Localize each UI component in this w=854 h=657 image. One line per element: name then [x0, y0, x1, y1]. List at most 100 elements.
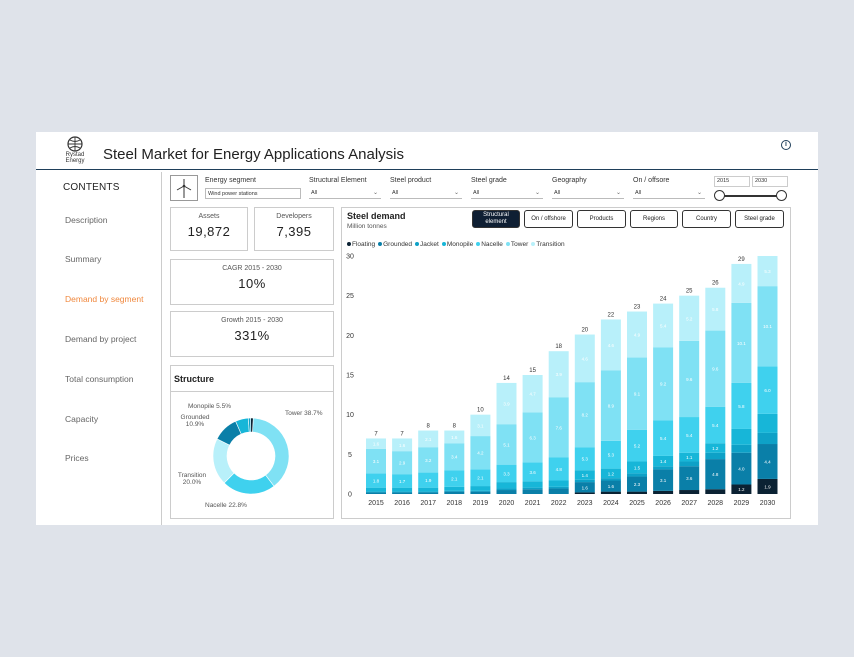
- bar-total-label: 8: [453, 424, 457, 430]
- year-to-input[interactable]: 2030: [752, 176, 788, 187]
- legend-dot: [347, 242, 351, 247]
- bar-data-label: 3.1: [660, 478, 667, 483]
- legend-dot: [378, 242, 383, 247]
- kpi-value: 10%: [238, 276, 266, 291]
- year-slider-start-handle[interactable]: [714, 190, 725, 201]
- structural-element-select[interactable]: All ⌄: [309, 188, 381, 199]
- donut-label-transition: Transition 20.0%: [174, 472, 210, 486]
- kpi-value: 331%: [234, 328, 270, 343]
- sidebar-item-prices[interactable]: Prices: [65, 453, 89, 463]
- donut-slice-tower[interactable]: [252, 417, 290, 487]
- bar-total-label: 14: [503, 376, 510, 382]
- bar-segment-monopile[interactable]: [366, 487, 386, 492]
- bar-segment-jacket[interactable]: [679, 461, 700, 467]
- sidebar-item-total-consumption[interactable]: Total consumption: [65, 374, 134, 384]
- bar-segment-grounded[interactable]: [522, 489, 543, 494]
- bar-segment-jacket[interactable]: [444, 490, 465, 492]
- bar-segment-floating[interactable]: [574, 492, 595, 494]
- bar-segment-grounded[interactable]: [392, 492, 413, 494]
- y-tick-label: 10: [346, 412, 354, 419]
- bar-segment-floating[interactable]: [653, 490, 674, 494]
- year-slider-track[interactable]: [720, 195, 782, 197]
- bar-segment-grounded[interactable]: [496, 490, 517, 494]
- bar-total-label: 23: [634, 305, 641, 311]
- donut-label-grounded-text: Grounded 10.9%: [180, 414, 210, 428]
- bar-segment-jacket[interactable]: [653, 466, 674, 470]
- kpi-value: 19,872: [187, 224, 231, 239]
- bar-segment-floating[interactable]: [627, 491, 647, 494]
- bar-segment-monopile[interactable]: [496, 482, 517, 489]
- tab-country[interactable]: Country: [682, 210, 731, 228]
- tab-steel-grade[interactable]: Steel grade: [735, 210, 784, 228]
- page-title: Steel Market for Energy Applications Ana…: [103, 146, 404, 163]
- bar-segment-grounded[interactable]: [470, 491, 491, 494]
- bar-segment-jacket[interactable]: [496, 488, 517, 491]
- tab-products[interactable]: Products: [577, 210, 626, 228]
- year-from-input[interactable]: 2015: [714, 176, 750, 187]
- sidebar-item-demand-by-project[interactable]: Demand by project: [65, 334, 136, 344]
- y-tick-label: 15: [346, 373, 354, 380]
- bar-segment-floating[interactable]: [679, 490, 700, 494]
- bar-segment-monopile[interactable]: [470, 486, 491, 491]
- donut-slice-nacelle[interactable]: [223, 472, 275, 495]
- bar-segment-jacket[interactable]: [548, 486, 569, 489]
- bar-segment-grounded[interactable]: [366, 492, 386, 494]
- bar-segment-jacket[interactable]: [757, 432, 778, 445]
- geography-select[interactable]: All ⌄: [552, 188, 624, 199]
- year-slider-end-handle[interactable]: [776, 190, 787, 201]
- filter-energy-segment: Energy segment Wind power stations: [205, 177, 301, 199]
- bar-segment-jacket[interactable]: [627, 473, 647, 477]
- bar-segment-jacket[interactable]: [731, 444, 752, 453]
- bar-segment-jacket[interactable]: [574, 479, 595, 483]
- sidebar-item-description[interactable]: Description: [65, 215, 108, 225]
- bar-segment-jacket[interactable]: [705, 452, 726, 460]
- x-tick-label: 2021: [525, 500, 541, 507]
- steel-grade-select[interactable]: All ⌄: [471, 188, 543, 199]
- bar-segment-monopile[interactable]: [522, 481, 543, 488]
- tab-structural-element[interactable]: Structural element: [472, 210, 520, 228]
- bar-segment-monopile[interactable]: [757, 413, 778, 433]
- sidebar-item-demand-by-segment[interactable]: Demand by segment: [65, 294, 143, 304]
- filter-value: All: [311, 190, 318, 196]
- bar-segment-monopile[interactable]: [548, 480, 569, 487]
- bar-total-label: 10: [477, 408, 484, 414]
- bar-data-label: 1.6: [608, 484, 615, 489]
- bar-segment-jacket[interactable]: [600, 478, 621, 481]
- energy-segment-input[interactable]: Wind power stations: [205, 188, 301, 199]
- filter-label: Energy segment: [205, 177, 256, 184]
- bar-segment-grounded[interactable]: [444, 491, 465, 494]
- filter-label: Structural Element: [309, 177, 367, 184]
- bar-segment-jacket[interactable]: [522, 487, 543, 490]
- bar-segment-grounded[interactable]: [418, 492, 439, 494]
- legend-label: Floating: [352, 241, 376, 248]
- bar-segment-monopile[interactable]: [418, 487, 439, 492]
- bar-data-label: 3.1: [373, 459, 380, 464]
- bar-segment-floating[interactable]: [600, 491, 621, 494]
- bar-segment-monopile[interactable]: [392, 487, 413, 492]
- bar-data-label: 3.1: [477, 423, 484, 428]
- x-tick-label: 2024: [603, 500, 619, 507]
- sidebar-item-summary[interactable]: Summary: [65, 254, 101, 264]
- steel-product-select[interactable]: All ⌄: [390, 188, 462, 199]
- donut-slice-transition[interactable]: [212, 438, 235, 484]
- bar-segment-grounded[interactable]: [548, 488, 569, 494]
- bar-data-label: 1.6: [399, 443, 406, 448]
- on-offsore-select[interactable]: All ⌄: [633, 188, 705, 199]
- legend-item-jacket: Jacket: [412, 241, 439, 248]
- info-icon[interactable]: i: [781, 140, 791, 150]
- bar-segment-floating[interactable]: [705, 489, 726, 494]
- bar-segment-monopile[interactable]: [444, 486, 465, 491]
- bar-segment-jacket[interactable]: [470, 490, 491, 492]
- wind-turbine-icon: [170, 175, 198, 201]
- kpi-growth: Growth 2015 - 2030 331%: [170, 311, 334, 357]
- tab-regions[interactable]: Regions: [630, 210, 678, 228]
- filter-value: All: [554, 190, 561, 196]
- bar-segment-jacket[interactable]: [418, 491, 439, 493]
- sidebar: CONTENTS Description Summary Demand by s…: [36, 172, 162, 525]
- bar-segment-jacket[interactable]: [366, 491, 386, 493]
- sidebar-item-capacity[interactable]: Capacity: [65, 414, 98, 424]
- y-tick-label: 30: [346, 254, 354, 261]
- bar-segment-monopile[interactable]: [731, 428, 752, 445]
- bar-segment-jacket[interactable]: [392, 491, 413, 493]
- tab-on-offshore[interactable]: On / offshore: [524, 210, 573, 228]
